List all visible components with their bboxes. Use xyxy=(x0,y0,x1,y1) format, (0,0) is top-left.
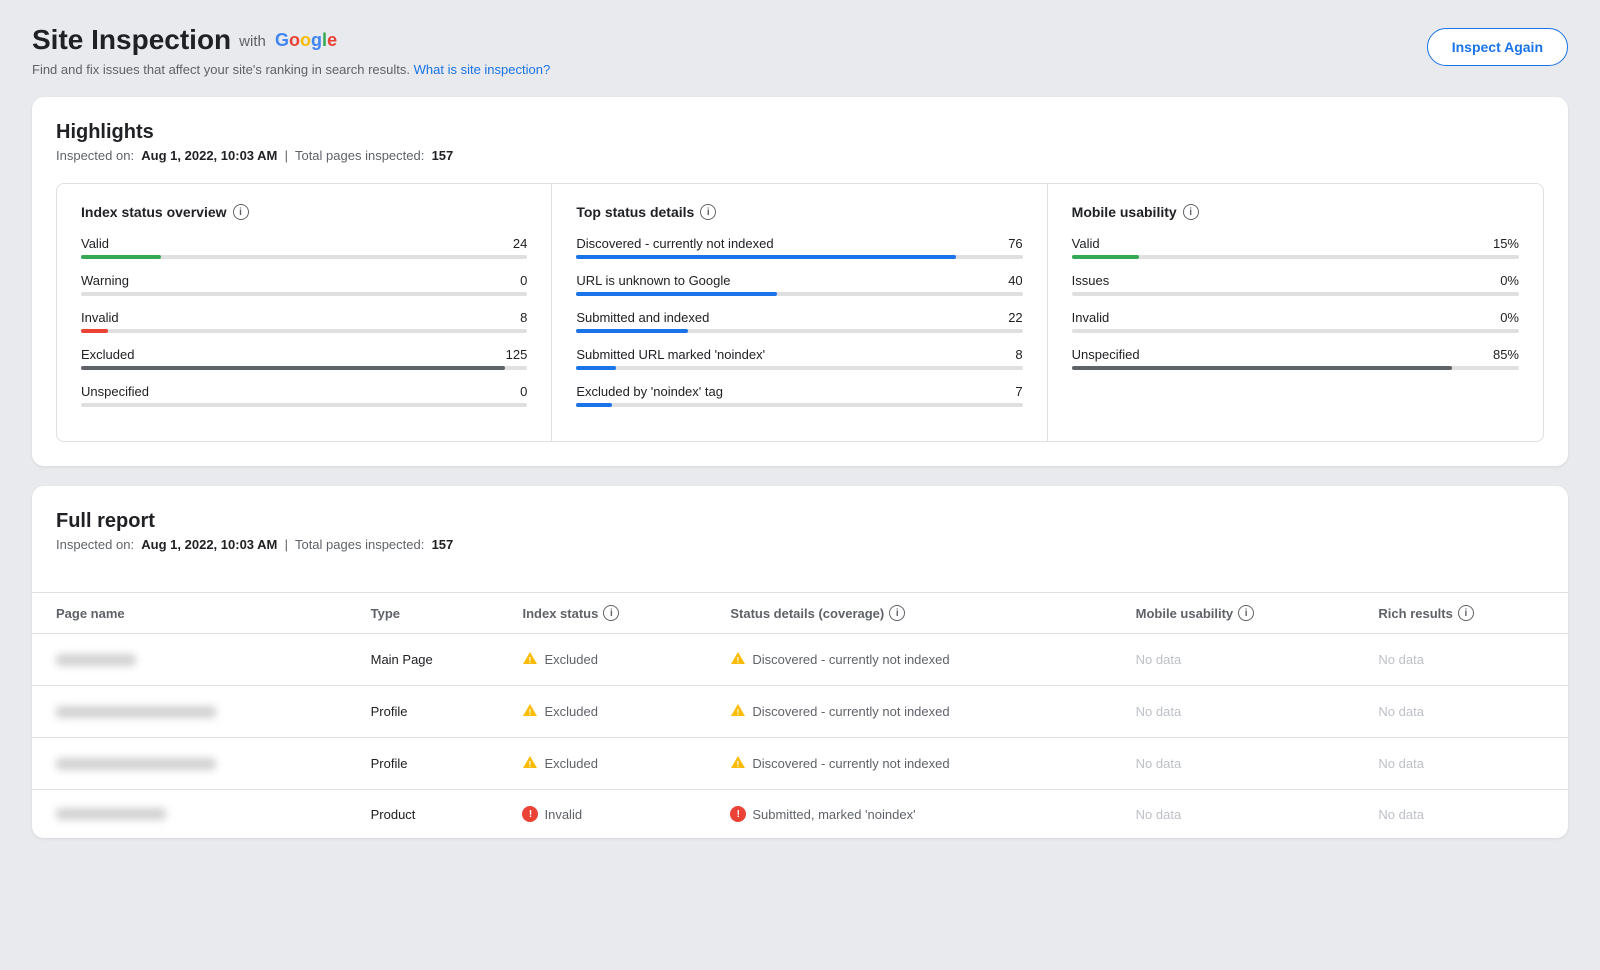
full-report-meta: Inspected on: Aug 1, 2022, 10:03 AM | To… xyxy=(56,537,1544,552)
index-status-panel: Index status overview i Valid 24 Warning… xyxy=(57,184,552,441)
top-status-title: Top status details i xyxy=(576,204,1022,220)
report-table: Page name Type Index status i St xyxy=(32,592,1568,838)
mobile-cell-2: No data xyxy=(1120,738,1363,790)
type-cell-2: Profile xyxy=(355,738,507,790)
mobile-cell-1: No data xyxy=(1120,686,1363,738)
index-status-col-info[interactable]: i xyxy=(603,605,619,621)
svg-text:!: ! xyxy=(737,656,740,665)
bar-row-excluded-noindex: Excluded by 'noindex' tag 7 xyxy=(576,384,1022,407)
table-row: Profile ! Excluded xyxy=(32,686,1568,738)
highlights-title: Highlights xyxy=(56,121,1544,144)
type-cell-0: Main Page xyxy=(355,634,507,686)
status-details-cell-3: ! Submitted, marked 'noindex' xyxy=(714,790,1119,839)
col-rich-results: Rich results i xyxy=(1362,593,1568,634)
page-name-blurred-2 xyxy=(56,758,216,770)
svg-text:!: ! xyxy=(529,760,532,769)
warning-icon-det-2: ! xyxy=(730,754,746,773)
warning-icon-1: ! xyxy=(522,702,538,721)
rich-results-cell-2: No data xyxy=(1362,738,1568,790)
inspect-again-button[interactable]: Inspect Again xyxy=(1427,28,1568,66)
index-status-cell-2: ! Excluded xyxy=(506,738,714,790)
bar-row-excluded: Excluded 125 xyxy=(81,347,527,370)
header-left: Site Inspection with Google Find and fix… xyxy=(32,24,550,77)
bar-row-invalid: Invalid 8 xyxy=(81,310,527,333)
bar-row-discovered: Discovered - currently not indexed 76 xyxy=(576,236,1022,259)
svg-text:!: ! xyxy=(737,708,740,717)
col-type: Type xyxy=(355,593,507,634)
table-header-row: Page name Type Index status i St xyxy=(32,593,1568,634)
table-row: Main Page ! Excluded xyxy=(32,634,1568,686)
rich-results-cell-0: No data xyxy=(1362,634,1568,686)
bar-row-noindex-marked: Submitted URL marked 'noindex' 8 xyxy=(576,347,1022,370)
svg-text:!: ! xyxy=(737,760,740,769)
with-label: with Google xyxy=(239,30,337,51)
full-report-header: Full report Inspected on: Aug 1, 2022, 1… xyxy=(32,486,1568,592)
highlights-meta: Inspected on: Aug 1, 2022, 10:03 AM | To… xyxy=(56,148,1544,163)
title-row: Site Inspection with Google xyxy=(32,24,550,56)
rich-results-col-info[interactable]: i xyxy=(1458,605,1474,621)
col-index-status: Index status i xyxy=(506,593,714,634)
page-name-cell-3 xyxy=(32,790,355,839)
mobile-col-info[interactable]: i xyxy=(1238,605,1254,621)
bar-row-unspecified: Unspecified 0 xyxy=(81,384,527,407)
bar-row-unknown: URL is unknown to Google 40 xyxy=(576,273,1022,296)
top-status-panel: Top status details i Discovered - curren… xyxy=(552,184,1047,441)
bar-row-valid: Valid 24 xyxy=(81,236,527,259)
page-name-blurred-1 xyxy=(56,706,216,718)
what-is-site-inspection-link[interactable]: What is site inspection? xyxy=(414,62,551,77)
page-name-cell-1 xyxy=(32,686,355,738)
status-details-cell-2: ! Discovered - currently not indexed xyxy=(714,738,1119,790)
rich-results-cell-1: No data xyxy=(1362,686,1568,738)
page-name-blurred-0 xyxy=(56,654,136,666)
bar-row-mob-issues: Issues 0% xyxy=(1072,273,1519,296)
full-report-title: Full report xyxy=(56,510,1544,533)
mobile-usability-panel: Mobile usability i Valid 15% Issues 0% xyxy=(1048,184,1543,441)
index-status-info-icon[interactable]: i xyxy=(233,204,249,220)
highlights-panels: Index status overview i Valid 24 Warning… xyxy=(56,183,1544,442)
bar-row-mob-valid: Valid 15% xyxy=(1072,236,1519,259)
page-name-cell-0 xyxy=(32,634,355,686)
mobile-usability-title: Mobile usability i xyxy=(1072,204,1519,220)
status-details-cell-0: ! Discovered - currently not indexed xyxy=(714,634,1119,686)
bar-row-submitted-indexed: Submitted and indexed 22 xyxy=(576,310,1022,333)
index-status-cell-0: ! Excluded xyxy=(506,634,714,686)
warning-icon-det-0: ! xyxy=(730,650,746,669)
subtitle: Find and fix issues that affect your sit… xyxy=(32,62,550,77)
table-row: Profile ! Excluded xyxy=(32,738,1568,790)
highlights-card: Highlights Inspected on: Aug 1, 2022, 10… xyxy=(32,97,1568,466)
warning-icon-2: ! xyxy=(522,754,538,773)
table-row: Product ! Invalid ! Submitted, marked 'n… xyxy=(32,790,1568,839)
mobile-cell-0: No data xyxy=(1120,634,1363,686)
type-cell-3: Product xyxy=(355,790,507,839)
rich-results-cell-3: No data xyxy=(1362,790,1568,839)
bar-row-warning: Warning 0 xyxy=(81,273,527,296)
svg-text:!: ! xyxy=(529,656,532,665)
index-status-cell-1: ! Excluded xyxy=(506,686,714,738)
mobile-cell-3: No data xyxy=(1120,790,1363,839)
page-name-blurred-3 xyxy=(56,808,166,820)
col-mobile-usability: Mobile usability i xyxy=(1120,593,1363,634)
top-status-info-icon[interactable]: i xyxy=(700,204,716,220)
index-status-cell-3: ! Invalid xyxy=(506,790,714,839)
error-icon-det-3: ! xyxy=(730,806,746,822)
status-details-cell-1: ! Discovered - currently not indexed xyxy=(714,686,1119,738)
warning-icon-0: ! xyxy=(522,650,538,669)
svg-text:!: ! xyxy=(529,708,532,717)
type-cell-1: Profile xyxy=(355,686,507,738)
full-report-card: Full report Inspected on: Aug 1, 2022, 1… xyxy=(32,486,1568,838)
bar-row-mob-unspecified: Unspecified 85% xyxy=(1072,347,1519,370)
page-name-cell-2 xyxy=(32,738,355,790)
col-page-name: Page name xyxy=(32,593,355,634)
index-status-title: Index status overview i xyxy=(81,204,527,220)
google-logo: Google xyxy=(270,30,337,51)
page-header: Site Inspection with Google Find and fix… xyxy=(32,24,1568,77)
warning-icon-det-1: ! xyxy=(730,702,746,721)
mobile-usability-info-icon[interactable]: i xyxy=(1183,204,1199,220)
page-title: Site Inspection xyxy=(32,24,231,56)
error-icon-3: ! xyxy=(522,806,538,822)
status-details-col-info[interactable]: i xyxy=(889,605,905,621)
bar-row-mob-invalid: Invalid 0% xyxy=(1072,310,1519,333)
col-status-details: Status details (coverage) i xyxy=(714,593,1119,634)
